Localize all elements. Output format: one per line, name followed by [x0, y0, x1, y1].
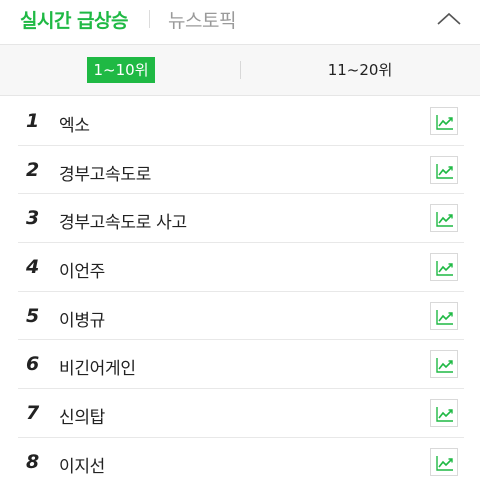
rank-number: 7 — [26, 402, 40, 425]
header: 실시간 급상승 뉴스토픽 — [0, 0, 480, 40]
trend-chart-icon — [436, 115, 453, 130]
collapse-button[interactable] — [432, 6, 466, 32]
trend-chart-button[interactable] — [430, 447, 458, 476]
trend-chart-icon — [436, 261, 453, 276]
keyword-link[interactable]: 이언주 — [59, 257, 105, 282]
trend-chart-button[interactable] — [430, 155, 458, 184]
keyword-link[interactable]: 이지선 — [59, 452, 105, 477]
trend-chart-icon — [436, 455, 453, 471]
tab-news-topic[interactable]: 뉴스토픽 — [168, 6, 236, 33]
trend-chart-button[interactable] — [430, 204, 458, 233]
list-item[interactable]: 3 경부고속도로 사고 — [18, 194, 464, 244]
rank-number: 8 — [26, 450, 40, 473]
keyword-link[interactable]: 경부고속도로 사고 — [59, 208, 187, 233]
tab-divider — [149, 10, 150, 28]
trend-chart-icon — [436, 407, 453, 422]
rank-number: 2 — [26, 158, 40, 181]
list-item[interactable]: 2 경부고속도로 — [18, 146, 464, 195]
rank-range-divider — [240, 61, 241, 79]
rank-range-1-10-button[interactable]: 1~10위 — [87, 57, 155, 83]
trend-chart-button[interactable] — [430, 301, 458, 330]
list-item[interactable]: 7 신의탑 — [18, 389, 464, 438]
list-item[interactable]: 8 이지선 — [18, 438, 464, 480]
trend-chart-icon — [436, 358, 453, 374]
trend-chart-icon — [436, 163, 453, 179]
trend-chart-icon — [436, 212, 453, 228]
rank-range-11-20-button[interactable]: 11~20위 — [300, 57, 420, 83]
rank-list: 1 엑소 2 경부고속도로 3 경부고속도로 사고 4 이언주 5 이병규 6 비긴어게인 7 신의탑 8 이… — [18, 97, 464, 480]
list-item[interactable]: 1 엑소 — [18, 97, 464, 146]
keyword-link[interactable]: 비긴어게인 — [59, 354, 136, 379]
list-item[interactable]: 5 이병규 — [18, 292, 464, 341]
rank-number: 5 — [26, 304, 40, 327]
chevron-up-icon — [437, 12, 461, 25]
trend-chart-button[interactable] — [430, 253, 458, 282]
rank-number: 4 — [26, 256, 40, 279]
keyword-link[interactable]: 엑소 — [59, 111, 90, 136]
keyword-link[interactable]: 신의탑 — [59, 403, 105, 428]
rank-number: 3 — [26, 207, 40, 230]
rank-number: 1 — [26, 110, 40, 132]
tab-realtime-rising[interactable]: 실시간 급상승 — [20, 6, 129, 33]
keyword-link[interactable]: 이병규 — [59, 306, 105, 331]
trend-chart-icon — [436, 309, 453, 325]
list-item[interactable]: 4 이언주 — [18, 243, 464, 292]
trend-chart-button[interactable] — [430, 399, 458, 428]
rank-number: 6 — [26, 353, 40, 376]
keyword-link[interactable]: 경부고속도로 — [59, 160, 151, 185]
list-item[interactable]: 6 비긴어게인 — [18, 340, 464, 390]
trend-chart-button[interactable] — [430, 107, 458, 135]
trend-chart-button[interactable] — [430, 350, 458, 379]
rank-range-tabs: 1~10위 11~20위 — [0, 44, 480, 96]
